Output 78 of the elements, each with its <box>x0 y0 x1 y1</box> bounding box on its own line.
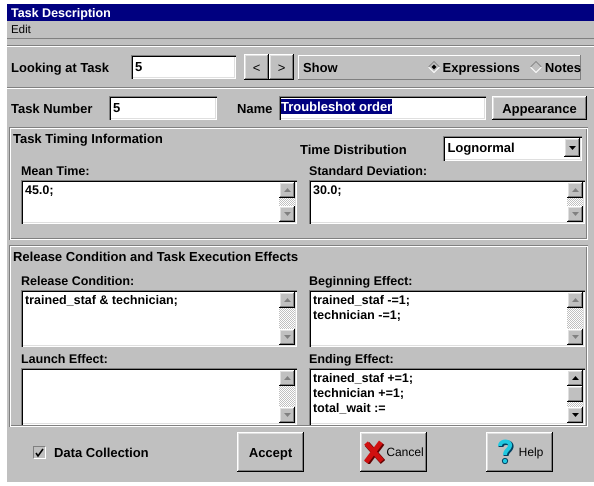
previous-button[interactable]: < <box>244 54 269 80</box>
input-field[interactable]: Troubleshot order <box>279 96 486 120</box>
up-arrow-icon <box>284 188 290 192</box>
dropdown-arrow-button[interactable] <box>564 138 580 157</box>
next-button[interactable]: > <box>269 54 294 80</box>
scrollbar[interactable] <box>567 292 583 345</box>
cancel-button[interactable]: Cancel <box>360 432 427 472</box>
text-area[interactable]: 30.0; <box>309 180 585 224</box>
radio-button[interactable] <box>428 61 440 73</box>
scroll-up-button[interactable] <box>567 182 583 198</box>
scrollbar[interactable] <box>567 182 583 222</box>
dropdown[interactable]: Lognormal <box>443 136 582 161</box>
text-area[interactable]: trained_staf & technician; <box>21 290 297 347</box>
field-label: Task Number <box>11 100 94 116</box>
cross-icon <box>363 440 386 464</box>
down-arrow-icon <box>572 413 578 417</box>
checkbox[interactable] <box>33 446 46 458</box>
scroll-thumb[interactable] <box>567 386 583 402</box>
scroll-up-button[interactable] <box>567 370 583 386</box>
radio-button[interactable] <box>530 61 542 73</box>
field-label: Ending Effect: <box>309 351 395 368</box>
help-button[interactable]: Help <box>486 432 553 472</box>
scroll-up-button[interactable] <box>567 292 583 308</box>
text-area[interactable]: trained_staf +=1; technician +=1; total_wait := <box>309 368 585 425</box>
appearance-button[interactable]: Appearance <box>492 96 587 120</box>
question-mark-icon <box>496 438 514 466</box>
window-title: Task Description <box>11 6 111 20</box>
field-label: Standard Deviation: <box>309 163 428 180</box>
down-arrow-icon <box>284 335 290 339</box>
up-arrow-icon <box>284 376 290 380</box>
scroll-down-button[interactable] <box>567 407 583 423</box>
scroll-down-button[interactable] <box>279 407 295 423</box>
selected-text: Troubleshot order <box>281 99 392 114</box>
field-label: Beginning Effect: <box>309 273 414 290</box>
scroll-up-button[interactable] <box>279 182 295 198</box>
scroll-down-button[interactable] <box>567 329 583 345</box>
field-label: Time Distribution <box>300 142 408 157</box>
scrollbar[interactable] <box>279 370 295 423</box>
field-text: trained_staf +=1; technician +=1; total_wait := <box>312 370 414 417</box>
down-arrow-icon <box>572 212 578 216</box>
field-text: trained_staf -=1; technician -=1; <box>312 292 411 324</box>
up-arrow-icon <box>572 298 578 302</box>
scroll-down-button[interactable] <box>279 206 295 222</box>
field-text: 30.0; <box>312 182 342 199</box>
field-text: trained_staf & technician; <box>24 292 179 309</box>
down-arrow-icon <box>572 335 578 339</box>
field-label: Looking at Task <box>11 60 110 74</box>
field-label: Launch Effect: <box>21 351 109 368</box>
group-label: Show <box>303 60 339 74</box>
field-label: Release Condition: <box>21 273 136 290</box>
accept-button[interactable]: Accept <box>237 432 304 472</box>
radio-label[interactable]: Expressions <box>442 60 520 74</box>
scrollbar[interactable] <box>567 370 583 423</box>
input-field[interactable]: 5 <box>109 96 217 120</box>
field-text: 45.0; <box>24 182 54 199</box>
menu-item[interactable]: Edit <box>11 24 31 36</box>
field-label: Mean Time: <box>21 163 91 180</box>
scrollbar[interactable] <box>279 182 295 222</box>
group-title: Release Condition and Task Execution Effects <box>13 249 300 265</box>
down-arrow-icon <box>284 212 290 216</box>
text-area[interactable] <box>21 368 297 425</box>
scrollbar[interactable] <box>279 292 295 345</box>
input-field[interactable]: 5 <box>131 55 236 79</box>
group-title: Task Timing Information <box>13 131 164 147</box>
text-area[interactable]: 45.0; <box>21 180 297 224</box>
checkbox-label[interactable]: Data Collection <box>54 444 149 460</box>
scroll-down-button[interactable] <box>279 329 295 345</box>
text-area[interactable]: trained_staf -=1; technician -=1; <box>309 290 585 347</box>
up-arrow-icon <box>572 376 578 380</box>
radio-label[interactable]: Notes <box>544 60 581 74</box>
scroll-up-button[interactable] <box>279 370 295 386</box>
up-arrow-icon <box>572 188 578 192</box>
scroll-down-button[interactable] <box>567 206 583 222</box>
down-arrow-icon <box>284 413 290 417</box>
up-arrow-icon <box>284 298 290 302</box>
down-arrow-icon <box>568 146 576 150</box>
field-label: Name <box>237 100 274 116</box>
scroll-up-button[interactable] <box>279 292 295 308</box>
